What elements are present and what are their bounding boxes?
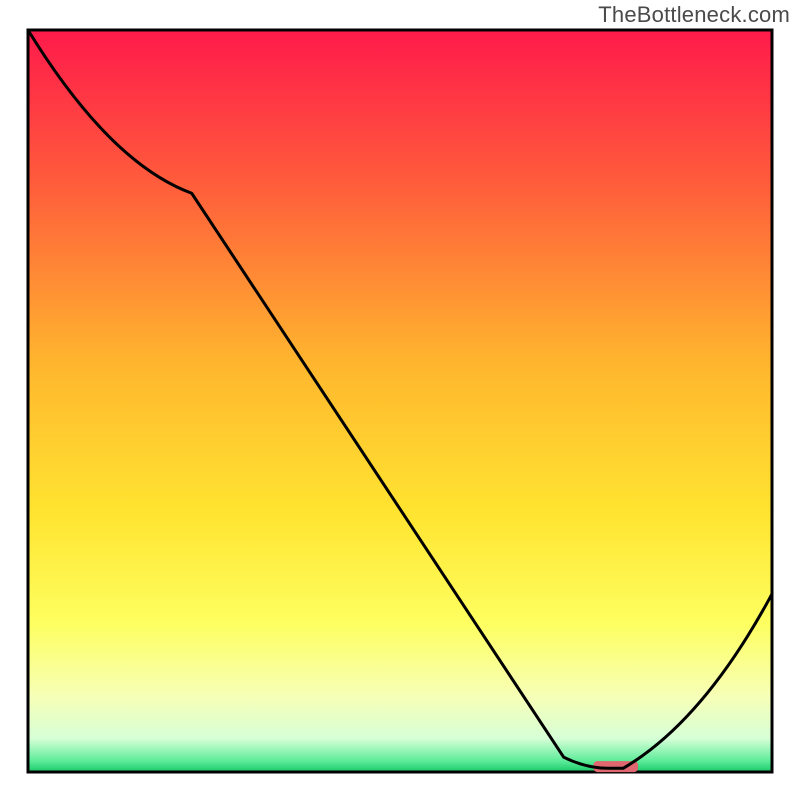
bottleneck-chart bbox=[0, 0, 800, 800]
chart-container: TheBottleneck.com bbox=[0, 0, 800, 800]
watermark-text: TheBottleneck.com bbox=[598, 2, 790, 28]
plot-background bbox=[28, 30, 772, 772]
